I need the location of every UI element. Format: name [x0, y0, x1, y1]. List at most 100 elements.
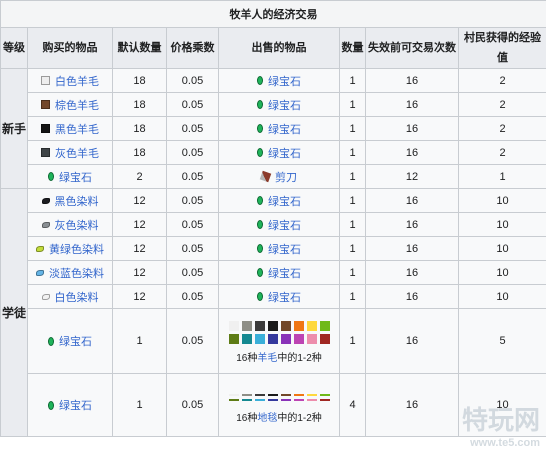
xp-cell: 5 — [458, 308, 546, 374]
buy-item-cell: 灰色染料 — [27, 212, 113, 237]
header-level: 等级 — [0, 27, 28, 69]
carpet-icon — [306, 399, 317, 401]
buy-item-cell: 白色羊毛 — [27, 68, 113, 93]
item-link[interactable]: 绿宝石 — [59, 397, 92, 413]
wool-icon — [228, 333, 239, 344]
wool-icon — [267, 320, 278, 331]
table-row: 绿宝石 2 0.05 剪刀 1 12 1 — [1, 164, 546, 189]
table-row: 黑色羊毛 18 0.05 绿宝石 1 16 2 — [1, 116, 546, 141]
table-row: 灰色染料 12 0.05 绿宝石 1 16 10 — [1, 212, 546, 237]
light-blue-dye-icon — [36, 269, 44, 276]
item-link[interactable]: 淡蓝色染料 — [49, 265, 104, 281]
item-link[interactable]: 绿宝石 — [59, 169, 92, 185]
sell-qty-cell: 1 — [339, 236, 366, 261]
max-uses-cell: 16 — [365, 116, 459, 141]
item-link[interactable]: 黄绿色染料 — [49, 241, 104, 257]
item: 灰色染料 — [41, 217, 99, 233]
default-qty-cell: 12 — [112, 212, 167, 237]
white-dye-icon — [41, 293, 50, 300]
emerald-icon — [257, 220, 263, 229]
item: 绿宝石 — [48, 397, 92, 413]
item: 棕色羊毛 — [41, 97, 99, 113]
item: 绿宝石 — [257, 265, 301, 281]
table-row: 灰色羊毛 18 0.05 绿宝石 1 16 2 — [1, 140, 546, 165]
header-default-qty: 默认数量 — [112, 27, 167, 69]
sell-item-cell: 绿宝石 — [218, 260, 340, 285]
carpet-link[interactable]: 地毯 — [257, 413, 277, 424]
max-uses-cell: 16 — [365, 92, 459, 117]
item-link[interactable]: 绿宝石 — [268, 73, 301, 89]
sell-qty-cell: 1 — [339, 212, 366, 237]
item-link[interactable]: 绿宝石 — [268, 265, 301, 281]
item-link[interactable]: 棕色羊毛 — [55, 97, 99, 113]
item-link[interactable]: 白色染料 — [55, 289, 99, 305]
table-title: 牧羊人的经济交易 — [0, 0, 546, 28]
item-link[interactable]: 剪刀 — [275, 169, 297, 185]
carpet-icon — [319, 399, 330, 401]
carpet-icon — [254, 394, 265, 396]
wool-icon — [293, 333, 304, 344]
black-wool-icon — [41, 124, 50, 133]
sell-qty-cell: 1 — [339, 92, 366, 117]
default-qty-cell: 2 — [112, 164, 167, 189]
item: 黑色羊毛 — [41, 121, 99, 137]
item-link[interactable]: 绿宝石 — [59, 333, 92, 349]
item-link[interactable]: 绿宝石 — [268, 289, 301, 305]
item-link[interactable]: 绿宝石 — [268, 217, 301, 233]
sell-item-cell: 绿宝石 — [218, 284, 340, 309]
item: 白色染料 — [41, 289, 99, 305]
header-qty: 数量 — [339, 27, 366, 69]
item: 绿宝石 — [257, 145, 301, 161]
table-row: 白色染料 12 0.05 绿宝石 1 16 10 — [1, 284, 546, 309]
emerald-icon — [257, 196, 263, 205]
emerald-icon — [257, 76, 263, 85]
sell-item-cell: 绿宝石 — [218, 188, 340, 213]
item-link[interactable]: 白色羊毛 — [55, 73, 99, 89]
carpet-icon — [241, 399, 252, 401]
table-row: 学徒 黑色染料 12 0.05 绿宝石 1 16 10 — [0, 188, 546, 437]
gray-wool-icon — [41, 148, 50, 157]
lime-dye-icon — [36, 245, 44, 252]
wool-icon — [306, 333, 317, 344]
item: 灰色羊毛 — [41, 145, 99, 161]
item-link[interactable]: 灰色羊毛 — [55, 145, 99, 161]
sell-qty-cell: 1 — [339, 116, 366, 141]
item: 绿宝石 — [48, 169, 92, 185]
xp-cell: 10 — [458, 212, 546, 237]
carpet-icon — [228, 394, 239, 396]
default-qty-cell: 1 — [112, 373, 167, 437]
header-buy-item: 购买的物品 — [27, 27, 113, 69]
item-link[interactable]: 黑色染料 — [55, 193, 99, 209]
buy-item-cell: 黄绿色染料 — [27, 236, 113, 261]
default-qty-cell: 1 — [112, 308, 167, 374]
multiplier-cell: 0.05 — [166, 116, 219, 141]
sell-qty-cell: 1 — [339, 68, 366, 93]
multiplier-cell: 0.05 — [166, 188, 219, 213]
multiplier-cell: 0.05 — [166, 284, 219, 309]
item: 绿宝石 — [257, 241, 301, 257]
item-link[interactable]: 绿宝石 — [268, 121, 301, 137]
sell-item-cell: 绿宝石 — [218, 68, 340, 93]
wool-icon — [280, 320, 291, 331]
max-uses-cell: 16 — [365, 236, 459, 261]
wool-link[interactable]: 羊毛 — [257, 353, 277, 364]
multiplier-cell: 0.05 — [166, 140, 219, 165]
item: 绿宝石 — [257, 193, 301, 209]
multiplier-cell: 0.05 — [166, 92, 219, 117]
watermark-brand: 特玩网 — [461, 405, 540, 435]
wool-icon — [267, 333, 278, 344]
buy-item-cell: 绿宝石 — [27, 164, 113, 189]
item-link[interactable]: 黑色羊毛 — [55, 121, 99, 137]
default-qty-cell: 18 — [112, 68, 167, 93]
sell-note: 16种羊毛中的1-2种 — [220, 349, 339, 364]
item-link[interactable]: 灰色染料 — [55, 217, 99, 233]
item-link[interactable]: 绿宝石 — [268, 145, 301, 161]
watermark-site: www.te5.com — [470, 437, 540, 449]
item-link[interactable]: 绿宝石 — [268, 241, 301, 257]
watermark: 特玩网 www.te5.com — [462, 400, 540, 449]
item-link[interactable]: 绿宝石 — [268, 193, 301, 209]
carpet-icon — [293, 394, 304, 396]
white-wool-icon — [41, 76, 50, 85]
item-link[interactable]: 绿宝石 — [268, 97, 301, 113]
multiplier-cell: 0.05 — [166, 373, 219, 437]
